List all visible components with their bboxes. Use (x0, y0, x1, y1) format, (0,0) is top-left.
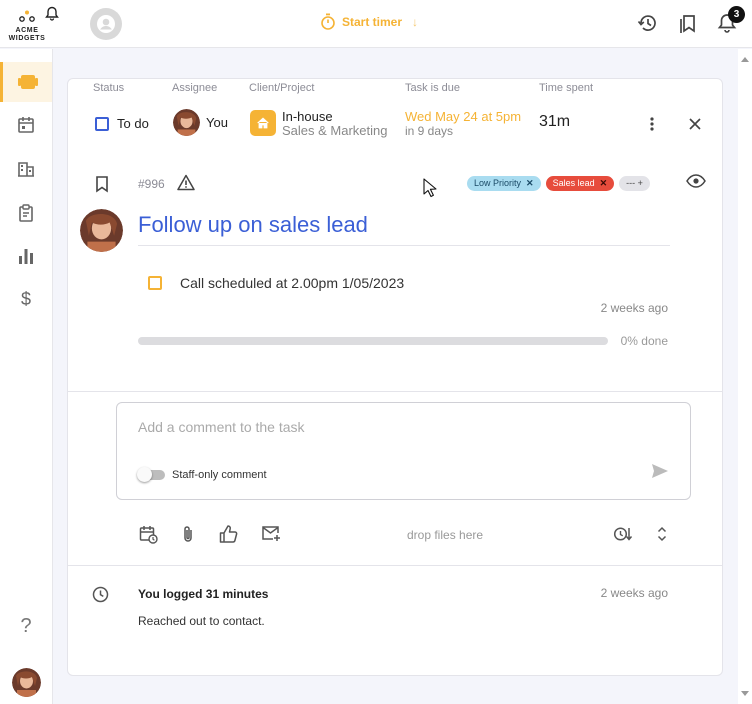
mouse-cursor-icon (423, 178, 437, 198)
stopwatch-icon (321, 13, 335, 30)
client-project-selector[interactable]: In-house Sales & Marketing (250, 110, 388, 138)
dollar-icon: $ (20, 288, 31, 309)
due-column-label: Task is due (405, 82, 461, 94)
subtask-checkbox[interactable] (148, 276, 162, 290)
client-column-label: Client/Project (249, 82, 315, 94)
scroll-down-arrow-icon[interactable] (741, 691, 749, 696)
status-checkbox[interactable] (95, 116, 109, 131)
top-bar: ACME WIDGETS Start timer ↓ 3 (0, 0, 752, 48)
help-icon[interactable]: ? (0, 615, 52, 638)
more-options-icon[interactable] (650, 117, 654, 131)
history-icon[interactable] (636, 12, 660, 36)
logo-text: ACME WIDGETS (8, 27, 46, 42)
attachment-icon[interactable] (181, 525, 195, 544)
time-log-timestamp: 2 weeks ago (600, 586, 668, 600)
task-owner-avatar (80, 209, 123, 252)
drop-files-label[interactable]: drop files here (407, 528, 483, 542)
assignee-name: You (206, 115, 228, 130)
time-spent-column-label: Time spent (539, 82, 594, 94)
tag-list: Low Priority ✕ Sales lead ✕ --- + (467, 176, 650, 191)
building-icon (18, 162, 34, 177)
assignee-selector[interactable]: You (173, 109, 228, 136)
warning-icon[interactable] (177, 174, 195, 191)
email-add-icon[interactable] (261, 525, 281, 542)
title-underline (138, 245, 670, 246)
house-icon (250, 110, 276, 136)
clock-icon (92, 586, 109, 603)
due-date: Wed May 24 at 5pm (405, 109, 522, 124)
subtask-item: Call scheduled at 2.00pm 1/05/2023 (148, 275, 404, 291)
project-name: Sales & Marketing (282, 123, 388, 138)
bar-chart-icon (19, 249, 33, 264)
tasks-icon (17, 75, 38, 89)
company-logo[interactable]: ACME WIDGETS (6, 6, 48, 44)
sidebar: $ ? (0, 49, 53, 704)
tag-low-priority[interactable]: Low Priority ✕ (467, 176, 541, 191)
logo-dots-icon (19, 10, 35, 22)
staff-only-label: Staff-only comment (172, 469, 267, 481)
time-log-title: You logged 31 minutes (138, 587, 269, 601)
start-timer-button[interactable]: Start timer ↓ (320, 13, 418, 30)
scroll-up-arrow-icon[interactable] (741, 57, 749, 62)
task-title[interactable]: Follow up on sales lead (138, 212, 368, 238)
remove-tag-icon[interactable]: ✕ (526, 176, 534, 191)
watch-eye-icon[interactable] (686, 174, 706, 188)
sidebar-item-tasks[interactable] (0, 62, 52, 102)
add-tag-button[interactable]: --- + (619, 176, 650, 191)
client-name: In-house (282, 109, 333, 124)
staff-only-toggle[interactable] (137, 467, 165, 482)
task-card: Status Assignee Client/Project Task is d… (67, 78, 723, 676)
status-selector[interactable]: To do (95, 116, 149, 131)
section-divider (68, 391, 722, 392)
sidebar-item-reports[interactable] (0, 193, 52, 233)
notification-count-badge: 3 (728, 6, 745, 23)
close-icon[interactable] (688, 117, 702, 131)
clipboard-icon (19, 204, 33, 222)
remove-tag-icon[interactable]: ✕ (600, 176, 608, 191)
comment-box: Staff-only comment (116, 402, 691, 500)
sidebar-item-calendar[interactable] (0, 105, 52, 145)
status-value: To do (117, 116, 149, 131)
time-spent-value[interactable]: 31m (539, 113, 570, 131)
toggle-knob (137, 467, 152, 482)
assignee-column-label: Assignee (172, 82, 218, 94)
user-icon (97, 15, 115, 33)
subtask-timestamp: 2 weeks ago (600, 301, 668, 315)
sort-by-time-icon[interactable] (613, 525, 633, 543)
start-timer-label: Start timer (342, 14, 403, 29)
thumbs-up-icon[interactable] (219, 525, 238, 543)
tag-label: Low Priority (474, 178, 522, 188)
sidebar-item-analytics[interactable] (0, 236, 52, 276)
time-log-note: Reached out to contact. (138, 614, 265, 628)
status-column-label: Status (93, 82, 125, 94)
due-date-selector[interactable]: Wed May 24 at 5pm in 9 days (405, 109, 521, 139)
progress-label: 0% done (620, 334, 668, 348)
start-timer-arrow: ↓ (412, 14, 419, 29)
tag-label: Sales lead (552, 178, 595, 188)
bookmark-icon[interactable] (95, 176, 109, 193)
sidebar-item-billing[interactable]: $ (0, 279, 52, 319)
tag-sales-lead[interactable]: Sales lead ✕ (545, 176, 615, 191)
assignee-avatar (173, 109, 200, 136)
send-icon[interactable] (651, 463, 669, 479)
user-avatar[interactable] (12, 668, 41, 697)
activity-divider (68, 565, 722, 566)
subtask-text[interactable]: Call scheduled at 2.00pm 1/05/2023 (180, 275, 404, 291)
schedule-calendar-icon[interactable] (139, 525, 158, 544)
logo-bell-icon[interactable] (45, 6, 59, 21)
scrollbar[interactable] (738, 49, 752, 704)
due-relative: in 9 days (405, 124, 454, 138)
progress-bar (138, 337, 608, 345)
calendar-icon (18, 117, 34, 133)
expand-collapse-icon[interactable] (657, 525, 667, 543)
task-id: #996 (138, 177, 165, 191)
bookmarks-icon[interactable] (677, 12, 701, 36)
sidebar-item-clients[interactable] (0, 149, 52, 189)
comment-input[interactable] (138, 419, 618, 435)
user-avatar-placeholder[interactable] (90, 8, 122, 40)
